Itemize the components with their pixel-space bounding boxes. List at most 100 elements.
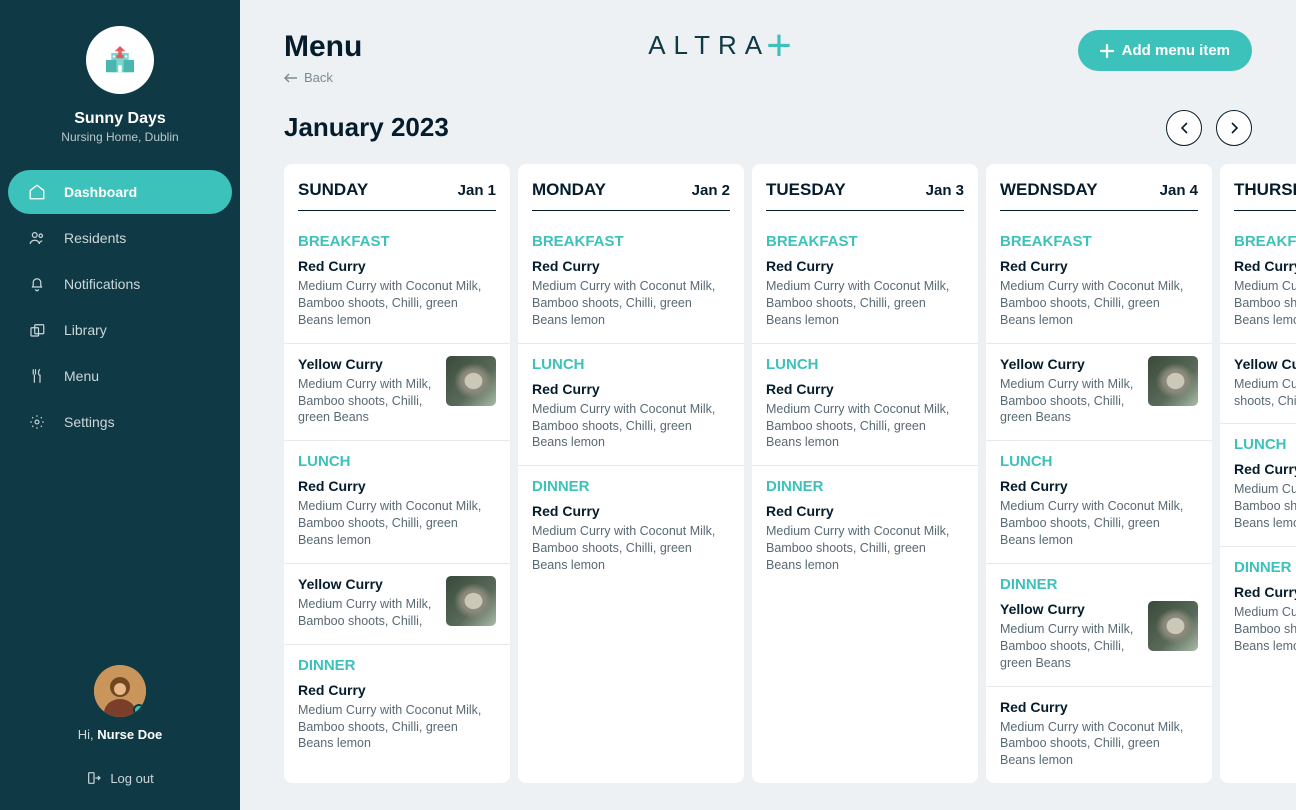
sidebar: Sunny Days Nursing Home, Dublin Dashboar… <box>0 0 240 810</box>
add-menu-item-button[interactable]: Add menu item <box>1078 30 1252 71</box>
meal-section-lunch: LUNCH Red CurryMedium Curry with Coconut… <box>752 344 978 467</box>
meal-section-lunch: LUNCH Red CurryMedium Curry with Coconut… <box>284 441 510 564</box>
meal-section-dinner: DINNER Red CurryMedium Curry with Coconu… <box>1220 547 1296 669</box>
users-icon <box>28 229 46 247</box>
month-title: January 2023 <box>284 112 449 143</box>
org-sub: Nursing Home, Dublin <box>0 130 240 144</box>
menu-item[interactable]: Red CurryMedium Curry with Coconut Milk,… <box>766 381 964 452</box>
days-row: SUNDAYJan 1 BREAKFAST Red CurryMedium Cu… <box>284 164 1296 784</box>
gear-icon <box>28 413 46 431</box>
meal-label: LUNCH <box>532 356 730 373</box>
day-card[interactable]: THURSDAYJan 5 BREAKFAST Red CurryMedium … <box>1220 164 1296 784</box>
meal-section-lunch: LUNCH Red CurryMedium Curry with Coconut… <box>986 441 1212 564</box>
prev-week-button[interactable] <box>1166 110 1202 146</box>
nav-label: Residents <box>64 230 126 246</box>
org-name: Sunny Days <box>0 110 240 128</box>
menu-item[interactable]: Red CurryMedium Curry with Coconut Milk,… <box>1000 478 1198 549</box>
day-name: THURSDAY <box>1234 180 1296 200</box>
top-row: Menu Back ALTRA+ Add menu item <box>284 30 1296 88</box>
sidebar-bottom: Hi, Nurse Doe Log out <box>0 665 240 810</box>
menu-item[interactable]: Red CurryMedium Curry with Coconut Milk,… <box>766 258 964 329</box>
presence-dot <box>133 704 145 716</box>
meal-section-breakfast: BREAKFAST Red CurryMedium Curry with Coc… <box>752 221 978 344</box>
meal-label: BREAKFAST <box>1234 233 1296 250</box>
menu-item[interactable]: Red CurryMedium Curry with Coconut Milk,… <box>298 682 496 753</box>
day-name: MONDAY <box>532 180 606 200</box>
dish-thumb <box>1148 356 1198 406</box>
day-card[interactable]: MONDAY Jan 2 BREAKFAST Red CurryMedium Cu… <box>518 164 744 784</box>
day-card[interactable]: WEDNSDAY Jan 4 BREAKFAST Red CurryMedium … <box>986 164 1212 784</box>
next-week-button[interactable] <box>1216 110 1252 146</box>
avatar[interactable] <box>94 665 146 717</box>
meal-label: BREAKFAST <box>532 233 730 250</box>
meal-label: BREAKFAST <box>766 233 964 250</box>
meal-section-breakfast: BREAKFAST Red CurryMedium Curry with Coc… <box>1220 221 1296 344</box>
nav-notifications[interactable]: Notifications <box>8 262 232 306</box>
month-row: January 2023 <box>284 110 1296 146</box>
menu-item[interactable]: Red CurryMedium Curry with Coconut Milk,… <box>532 258 730 329</box>
dish-thumb <box>446 576 496 626</box>
nav-label: Dashboard <box>64 184 137 200</box>
meal-section-dinner: DINNER Red CurryMedium Curry with Coconu… <box>284 645 510 767</box>
logout-icon <box>86 770 102 786</box>
day-name: SUNDAY <box>298 180 368 200</box>
meal-section-dinner: DINNER Red CurryMedium Curry with Coconu… <box>752 466 978 588</box>
nav-residents[interactable]: Residents <box>8 216 232 260</box>
dish-thumb <box>446 356 496 406</box>
chevron-left-icon <box>1180 121 1189 135</box>
library-icon <box>28 321 46 339</box>
menu-item[interactable]: Red CurryMedium Curry with Coconut Milk,… <box>298 478 496 549</box>
nav-label: Library <box>64 322 107 338</box>
meal-label: DINNER <box>1234 559 1296 576</box>
meal-section-lunch: LUNCH Red CurryMedium Curry with Coconut… <box>518 344 744 467</box>
nav: Dashboard Residents Notifications Librar… <box>0 156 240 460</box>
menu-item[interactable]: Red CurryMedium Curry with Coconut Milk,… <box>1000 258 1198 329</box>
meal-label: BREAKFAST <box>1000 233 1198 250</box>
nav-label: Settings <box>64 414 115 430</box>
meal-label: LUNCH <box>766 356 964 373</box>
logout-button[interactable]: Log out <box>0 770 240 786</box>
day-date: Jan 4 <box>1160 182 1198 199</box>
org-logo <box>86 26 154 94</box>
menu-item[interactable]: Red CurryMedium Curry with Coconut Milk,… <box>1234 258 1296 329</box>
meal-section-dinner: DINNER Yellow CurryMedium Curry with Mil… <box>986 564 1212 687</box>
menu-item[interactable]: Red CurryMedium Curry with Coconut Milk,… <box>532 503 730 574</box>
day-card[interactable]: SUNDAYJan 1 BREAKFAST Red CurryMedium Cu… <box>284 164 510 784</box>
menu-item[interactable]: Red CurryMedium Curry with Coconut Milk,… <box>766 503 964 574</box>
day-name: WEDNSDAY <box>1000 180 1098 200</box>
menu-item[interactable]: Yellow CurryMedium Curry with Milk, Bamb… <box>1220 344 1296 425</box>
menu-item[interactable]: Yellow CurryMedium Curry with Milk, Bamb… <box>1000 601 1198 672</box>
meal-section-lunch: LUNCH Red CurryMedium Curry with Coconut… <box>1220 424 1296 547</box>
nav-dashboard[interactable]: Dashboard <box>8 170 232 214</box>
back-link[interactable]: Back <box>284 70 333 85</box>
meal-label: LUNCH <box>1234 436 1296 453</box>
menu-item[interactable]: Red CurryMedium Curry with Coconut Milk,… <box>986 687 1212 784</box>
nav-library[interactable]: Library <box>8 308 232 352</box>
page-title: Menu <box>284 30 362 64</box>
greeting: Hi, Nurse Doe <box>0 727 240 742</box>
home-icon <box>28 183 46 201</box>
meal-label: DINNER <box>1000 576 1198 593</box>
utensils-icon <box>28 367 46 385</box>
menu-item[interactable]: Yellow CurryMedium Curry with Milk, Bamb… <box>986 344 1212 442</box>
nav-settings[interactable]: Settings <box>8 400 232 444</box>
menu-item[interactable]: Red CurryMedium Curry with Coconut Milk,… <box>1234 461 1296 532</box>
menu-item[interactable]: Yellow CurryMedium Curry with Milk, Bamb… <box>284 564 510 645</box>
nav-label: Notifications <box>64 276 140 292</box>
meal-label: LUNCH <box>298 453 496 470</box>
meal-section-breakfast: BREAKFAST Red CurryMedium Curry with Coc… <box>518 221 744 344</box>
plus-icon <box>1100 44 1114 58</box>
meal-section-breakfast: BREAKFAST Red CurryMedium Curry with Coc… <box>986 221 1212 344</box>
day-date: Jan 3 <box>926 182 964 199</box>
menu-item[interactable]: Red CurryMedium Curry with Coconut Milk,… <box>532 381 730 452</box>
meal-label: LUNCH <box>1000 453 1198 470</box>
day-card[interactable]: TUESDAYJan 3 BREAKFAST Red CurryMedium C… <box>752 164 978 784</box>
menu-item[interactable]: Red CurryMedium Curry with Coconut Milk,… <box>298 258 496 329</box>
menu-item[interactable]: Yellow CurryMedium Curry with Milk, Bamb… <box>284 344 510 442</box>
menu-item[interactable]: Red CurryMedium Curry with Coconut Milk,… <box>1234 584 1296 655</box>
nav-menu[interactable]: Menu <box>8 354 232 398</box>
bell-icon <box>28 275 46 293</box>
chevron-right-icon <box>1230 121 1239 135</box>
meal-section-breakfast: BREAKFAST Red CurryMedium Curry with Coc… <box>284 221 510 344</box>
day-date: Jan 2 <box>692 182 730 199</box>
